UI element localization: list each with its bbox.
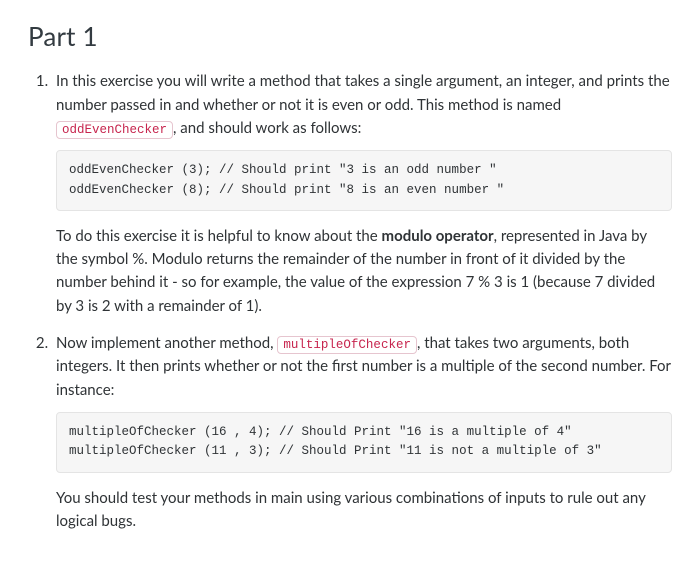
exercise-2-outro: You should test your methods in main usi…: [56, 487, 672, 534]
text-segment: In this exercise you will write a method…: [56, 72, 670, 113]
text-segment: Now implement another method,: [56, 334, 277, 352]
text-segment: To do this exercise it is helpful to kno…: [56, 227, 382, 245]
exercise-list: In this exercise you will write a method…: [28, 70, 672, 533]
page: Part 1 In this exercise you will write a…: [0, 0, 700, 571]
code-block-oddevenchecker: oddEvenChecker (3); // Should print "3 i…: [56, 150, 672, 211]
code-block-multipleofchecker: multipleOfChecker (16 , 4); // Should Pr…: [56, 412, 672, 473]
text-segment: , and should work as follows:: [173, 119, 361, 137]
exercise-2-intro: Now implement another method, multipleOf…: [56, 332, 672, 402]
exercise-item-2: Now implement another method, multipleOf…: [52, 332, 672, 533]
exercise-item-1: In this exercise you will write a method…: [52, 70, 672, 318]
strong-modulo-operator: modulo operator: [382, 227, 494, 245]
inline-code-multipleofchecker: multipleOfChecker: [277, 336, 417, 354]
inline-code-oddevenchecker: oddEvenChecker: [56, 121, 173, 139]
exercise-1-explanation: To do this exercise it is helpful to kno…: [56, 225, 672, 318]
exercise-1-intro: In this exercise you will write a method…: [56, 70, 672, 140]
page-title: Part 1: [28, 16, 672, 56]
